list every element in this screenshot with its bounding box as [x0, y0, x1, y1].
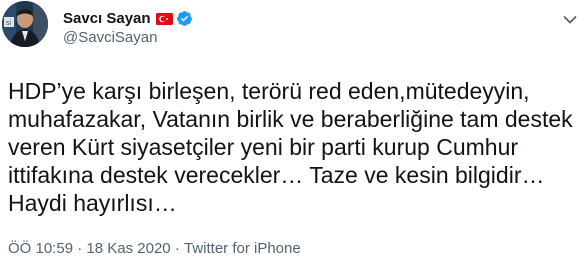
meta-separator: ·: [174, 240, 180, 257]
turkey-flag-icon: [155, 12, 173, 25]
tweet-source[interactable]: Twitter for iPhone: [184, 240, 301, 257]
tweet-time[interactable]: ÖÖ 10:59: [8, 240, 73, 257]
author-display-name[interactable]: Savcı Sayan: [63, 10, 151, 27]
avatar-photo-icon: si: [2, 1, 48, 47]
author-avatar[interactable]: si: [2, 1, 48, 47]
author-name-line: Savcı Sayan: [63, 8, 193, 28]
chevron-down-icon[interactable]: [563, 12, 577, 24]
svg-text:si: si: [6, 20, 12, 27]
tweet-text: HDP’ye karşı birleşen, terörü red eden,m…: [8, 78, 573, 216]
tweet-date[interactable]: 18 Kas 2020: [86, 240, 170, 257]
verified-badge-icon: [176, 10, 193, 27]
author-handle[interactable]: @SavciSayan: [63, 29, 193, 46]
author-block: Savcı Sayan @SavciSayan: [63, 8, 193, 46]
meta-separator: ·: [77, 240, 83, 257]
tweet: si Savcı Sayan @SavciSayan HDP’ye karşı …: [0, 0, 588, 272]
tweet-meta: ÖÖ 10:59 · 18 Kas 2020 · Twitter for iPh…: [8, 240, 301, 257]
